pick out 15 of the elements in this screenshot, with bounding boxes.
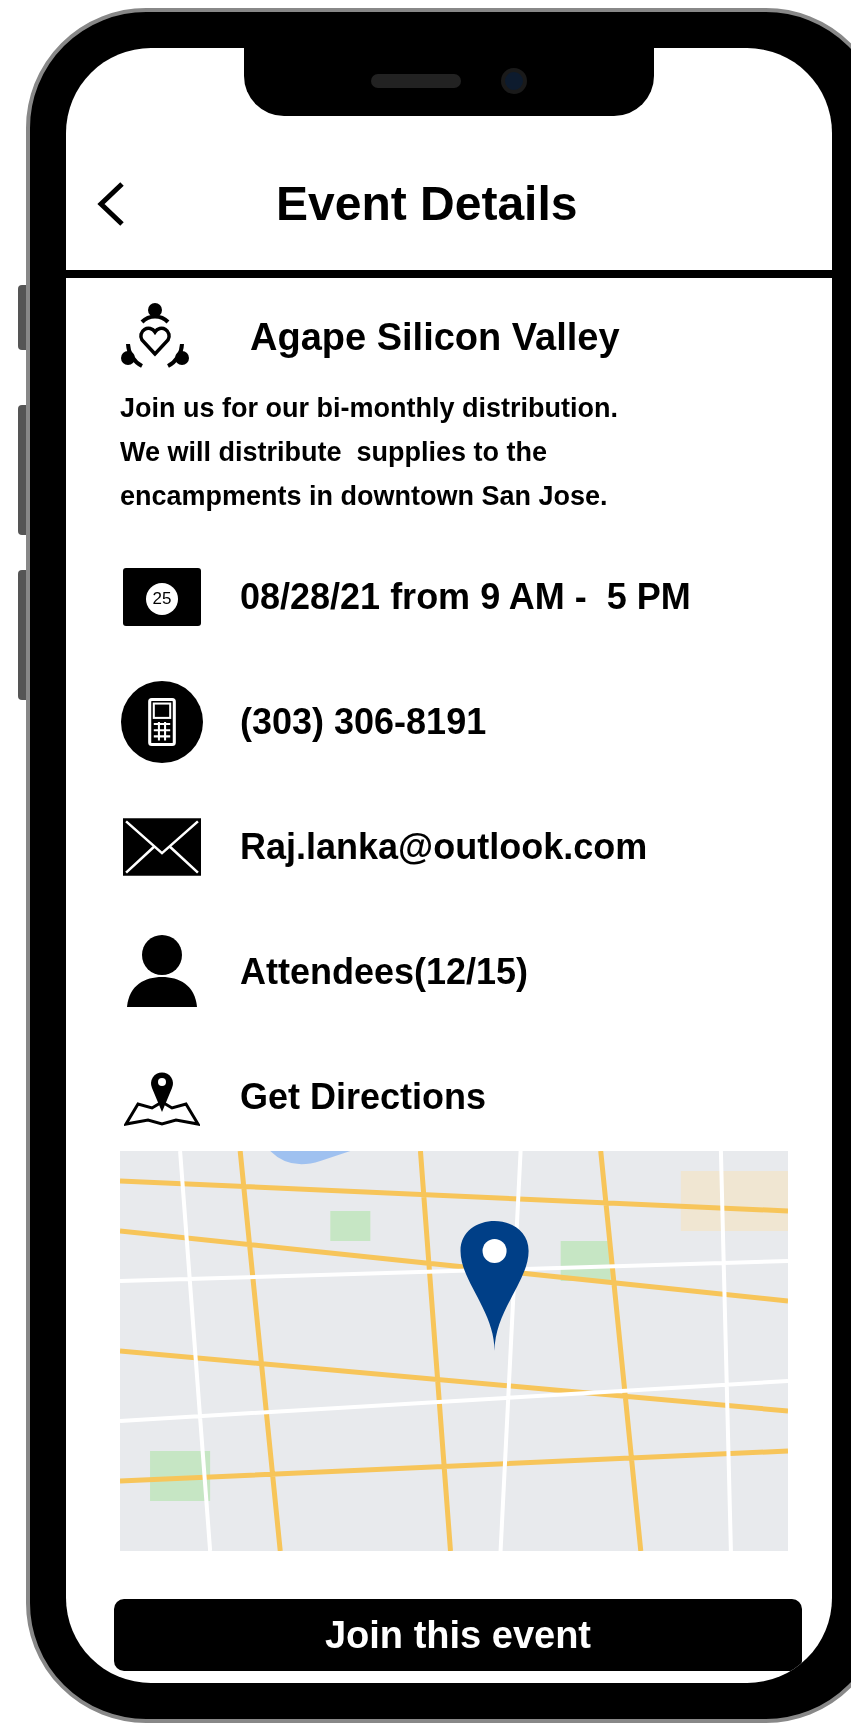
- calendar-date: 25: [146, 582, 178, 615]
- camera-icon: [501, 68, 527, 94]
- detail-text: Attendees(12/15): [240, 949, 529, 994]
- join-event-button[interactable]: Join this event: [114, 1599, 802, 1671]
- mobile-phone-icon: [121, 680, 203, 763]
- detail-text: Raj.lanka@outlook.com: [240, 824, 648, 869]
- chevron-left-icon: [96, 181, 126, 227]
- detail-text: 08/28/21 from 9 AM - 5 PM: [240, 574, 691, 619]
- organization-name: Agape Silicon Valley: [250, 314, 620, 360]
- event-description: Join us for our bi-monthly distribution. We will distribute supplies to the encampments in downtown San Jose.: [120, 392, 619, 513]
- detail-text: (303) 306-8191: [240, 699, 487, 744]
- screen-title: Event Details: [276, 176, 578, 232]
- person-icon: [127, 934, 197, 1009]
- directions-link[interactable]: Get Directions: [240, 1069, 487, 1124]
- envelope-icon: [123, 817, 201, 876]
